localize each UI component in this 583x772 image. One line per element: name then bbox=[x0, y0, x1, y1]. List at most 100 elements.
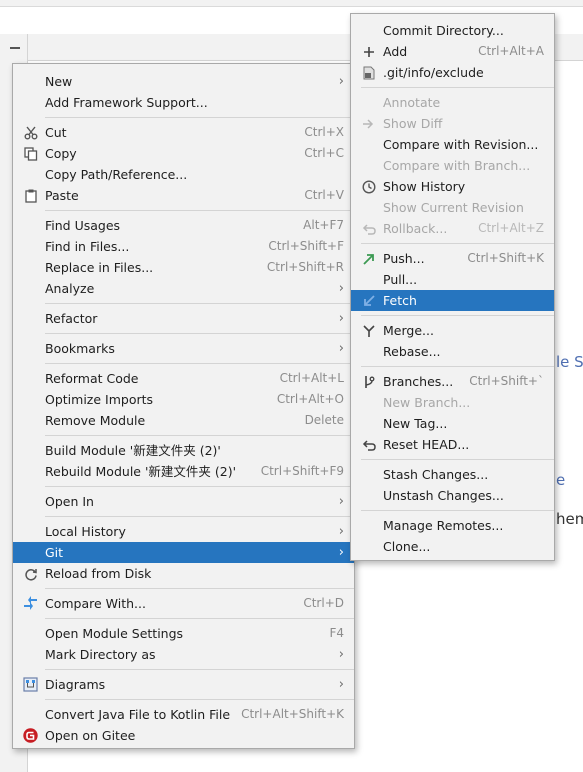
menu-item-open-on-gitee[interactable]: Open on Gitee bbox=[13, 725, 354, 746]
shortcut-hint: Ctrl+Shift+R bbox=[266, 260, 344, 274]
rollback-icon bbox=[361, 221, 376, 236]
git-item-show-diff: Show Diff bbox=[351, 113, 554, 134]
menu-item-paste[interactable]: Paste Ctrl+V bbox=[13, 185, 354, 206]
menu-item-label: Commit Directory... bbox=[383, 23, 504, 38]
submenu-arrow-icon: › bbox=[338, 281, 344, 296]
menu-separator bbox=[361, 87, 554, 88]
menu-item-label: Mark Directory as bbox=[45, 647, 156, 662]
collapse-button[interactable] bbox=[5, 38, 25, 58]
menu-item-local-history[interactable]: Local History › bbox=[13, 521, 354, 542]
menu-item-find-usages[interactable]: Find Usages Alt+F7 bbox=[13, 215, 354, 236]
compare-icon bbox=[23, 596, 38, 611]
shortcut-hint: Ctrl+Alt+Shift+K bbox=[241, 707, 344, 721]
git-item-show-current-revision: Show Current Revision bbox=[351, 197, 554, 218]
menu-item-label: Stash Changes... bbox=[383, 467, 489, 482]
menu-item-optimize-imports[interactable]: Optimize Imports Ctrl+Alt+O bbox=[13, 389, 354, 410]
diagram-icon bbox=[23, 677, 38, 692]
menu-item-label: Push... bbox=[383, 251, 425, 266]
git-item-show-history[interactable]: Show History bbox=[351, 176, 554, 197]
menu-item-label: Replace in Files... bbox=[45, 260, 154, 275]
menu-item-label: Remove Module bbox=[45, 413, 146, 428]
menu-item-open-in[interactable]: Open In › bbox=[13, 491, 354, 512]
git-item-commit-directory[interactable]: Commit Directory... bbox=[351, 20, 554, 41]
menu-item-git[interactable]: Git › bbox=[13, 542, 354, 563]
project-context-menu: New › Add Framework Support... Cut Ctrl+X Cop… bbox=[12, 63, 355, 749]
git-item-manage-remotes[interactable]: Manage Remotes... bbox=[351, 515, 554, 536]
git-item-push[interactable]: Push... Ctrl+Shift+K bbox=[351, 248, 554, 269]
menu-item-label: Compare with Branch... bbox=[383, 158, 531, 173]
shortcut-hint: Delete bbox=[304, 413, 344, 427]
git-item-git-info-exclude[interactable]: .git/info/exclude bbox=[351, 62, 554, 83]
git-item-pull[interactable]: Pull... bbox=[351, 269, 554, 290]
menu-item-label: Manage Remotes... bbox=[383, 518, 504, 533]
menu-item-copy-path-reference[interactable]: Copy Path/Reference... bbox=[13, 164, 354, 185]
menu-item-add-framework-support[interactable]: Add Framework Support... bbox=[13, 92, 354, 113]
menu-separator bbox=[361, 243, 554, 244]
menu-item-remove-module[interactable]: Remove Module Delete bbox=[13, 410, 354, 431]
git-item-stash-changes[interactable]: Stash Changes... bbox=[351, 464, 554, 485]
menu-item-new[interactable]: New › bbox=[13, 71, 354, 92]
git-item-unstash-changes[interactable]: Unstash Changes... bbox=[351, 485, 554, 506]
menu-item-convert-java-file-to-kotlin-file[interactable]: Convert Java File to Kotlin File Ctrl+Alt… bbox=[13, 704, 354, 725]
menu-item-label: Compare with Revision... bbox=[383, 137, 539, 152]
shortcut-hint: Ctrl+Alt+O bbox=[276, 392, 344, 406]
menu-item-label: New bbox=[45, 74, 73, 89]
git-item-add[interactable]: Add Ctrl+Alt+A bbox=[351, 41, 554, 62]
menu-item-build-module-2[interactable]: Build Module '新建文件夹 (2)' bbox=[13, 440, 354, 461]
git-item-new-tag[interactable]: New Tag... bbox=[351, 413, 554, 434]
menu-item-cut[interactable]: Cut Ctrl+X bbox=[13, 122, 354, 143]
menu-separator bbox=[45, 486, 354, 487]
shortcut-hint: Ctrl+D bbox=[303, 596, 344, 610]
menu-item-label: Branches... bbox=[383, 374, 454, 389]
menu-item-label: Annotate bbox=[383, 95, 441, 110]
menu-item-copy[interactable]: Copy Ctrl+C bbox=[13, 143, 354, 164]
git-item-annotate: Annotate bbox=[351, 92, 554, 113]
menu-item-reload-from-disk[interactable]: Reload from Disk bbox=[13, 563, 354, 584]
git-item-merge[interactable]: Merge... bbox=[351, 320, 554, 341]
menu-item-rebuild-module-2[interactable]: Rebuild Module '新建文件夹 (2)' Ctrl+Shift+F9 bbox=[13, 461, 354, 482]
menu-separator bbox=[45, 618, 354, 619]
git-item-rebase[interactable]: Rebase... bbox=[351, 341, 554, 362]
menu-item-label: Merge... bbox=[383, 323, 434, 338]
menu-item-label: Bookmarks bbox=[45, 341, 115, 356]
menu-separator bbox=[45, 516, 354, 517]
menu-item-open-module-settings[interactable]: Open Module Settings F4 bbox=[13, 623, 354, 644]
editor-text-fragment: e bbox=[556, 471, 566, 489]
menu-separator bbox=[45, 435, 354, 436]
submenu-arrow-icon: › bbox=[338, 545, 344, 560]
menu-item-label: Reformat Code bbox=[45, 371, 139, 386]
menu-item-label: Show Current Revision bbox=[383, 200, 524, 215]
menu-item-compare-with[interactable]: Compare With... Ctrl+D bbox=[13, 593, 354, 614]
git-item-reset-head[interactable]: Reset HEAD... bbox=[351, 434, 554, 455]
menu-item-label: Git bbox=[45, 545, 64, 560]
menu-item-find-in-files[interactable]: Find in Files... Ctrl+Shift+F bbox=[13, 236, 354, 257]
submenu-arrow-icon: › bbox=[338, 311, 344, 326]
shortcut-hint: Ctrl+X bbox=[304, 125, 344, 139]
git-item-fetch[interactable]: Fetch bbox=[351, 290, 554, 311]
branch-icon bbox=[361, 374, 376, 389]
menu-item-label: Clone... bbox=[383, 539, 431, 554]
git-item-branches[interactable]: Branches... Ctrl+Shift+` bbox=[351, 371, 554, 392]
reload-icon bbox=[23, 566, 38, 581]
menu-item-mark-directory-as[interactable]: Mark Directory as › bbox=[13, 644, 354, 665]
menu-separator bbox=[361, 366, 554, 367]
menu-separator bbox=[45, 303, 354, 304]
clipboard-icon bbox=[23, 188, 38, 203]
menu-item-label: New Branch... bbox=[383, 395, 471, 410]
menu-item-label: Build Module '新建文件夹 (2)' bbox=[45, 443, 221, 458]
menu-item-refactor[interactable]: Refactor › bbox=[13, 308, 354, 329]
git-item-new-branch: New Branch... bbox=[351, 392, 554, 413]
window-top-bar bbox=[0, 0, 583, 7]
menu-item-bookmarks[interactable]: Bookmarks › bbox=[13, 338, 354, 359]
shortcut-hint: Ctrl+V bbox=[304, 188, 344, 202]
scissors-icon bbox=[23, 125, 38, 140]
menu-item-reformat-code[interactable]: Reformat Code Ctrl+Alt+L bbox=[13, 368, 354, 389]
menu-item-replace-in-files[interactable]: Replace in Files... Ctrl+Shift+R bbox=[13, 257, 354, 278]
editor-text-fragment: hem bbox=[556, 510, 583, 528]
menu-item-diagrams[interactable]: Diagrams › bbox=[13, 674, 354, 695]
git-item-clone[interactable]: Clone... bbox=[351, 536, 554, 557]
menu-item-analyze[interactable]: Analyze › bbox=[13, 278, 354, 299]
shortcut-hint: Ctrl+Shift+` bbox=[469, 374, 544, 388]
menu-item-label: Open Module Settings bbox=[45, 626, 184, 641]
git-item-compare-with-revision[interactable]: Compare with Revision... bbox=[351, 134, 554, 155]
